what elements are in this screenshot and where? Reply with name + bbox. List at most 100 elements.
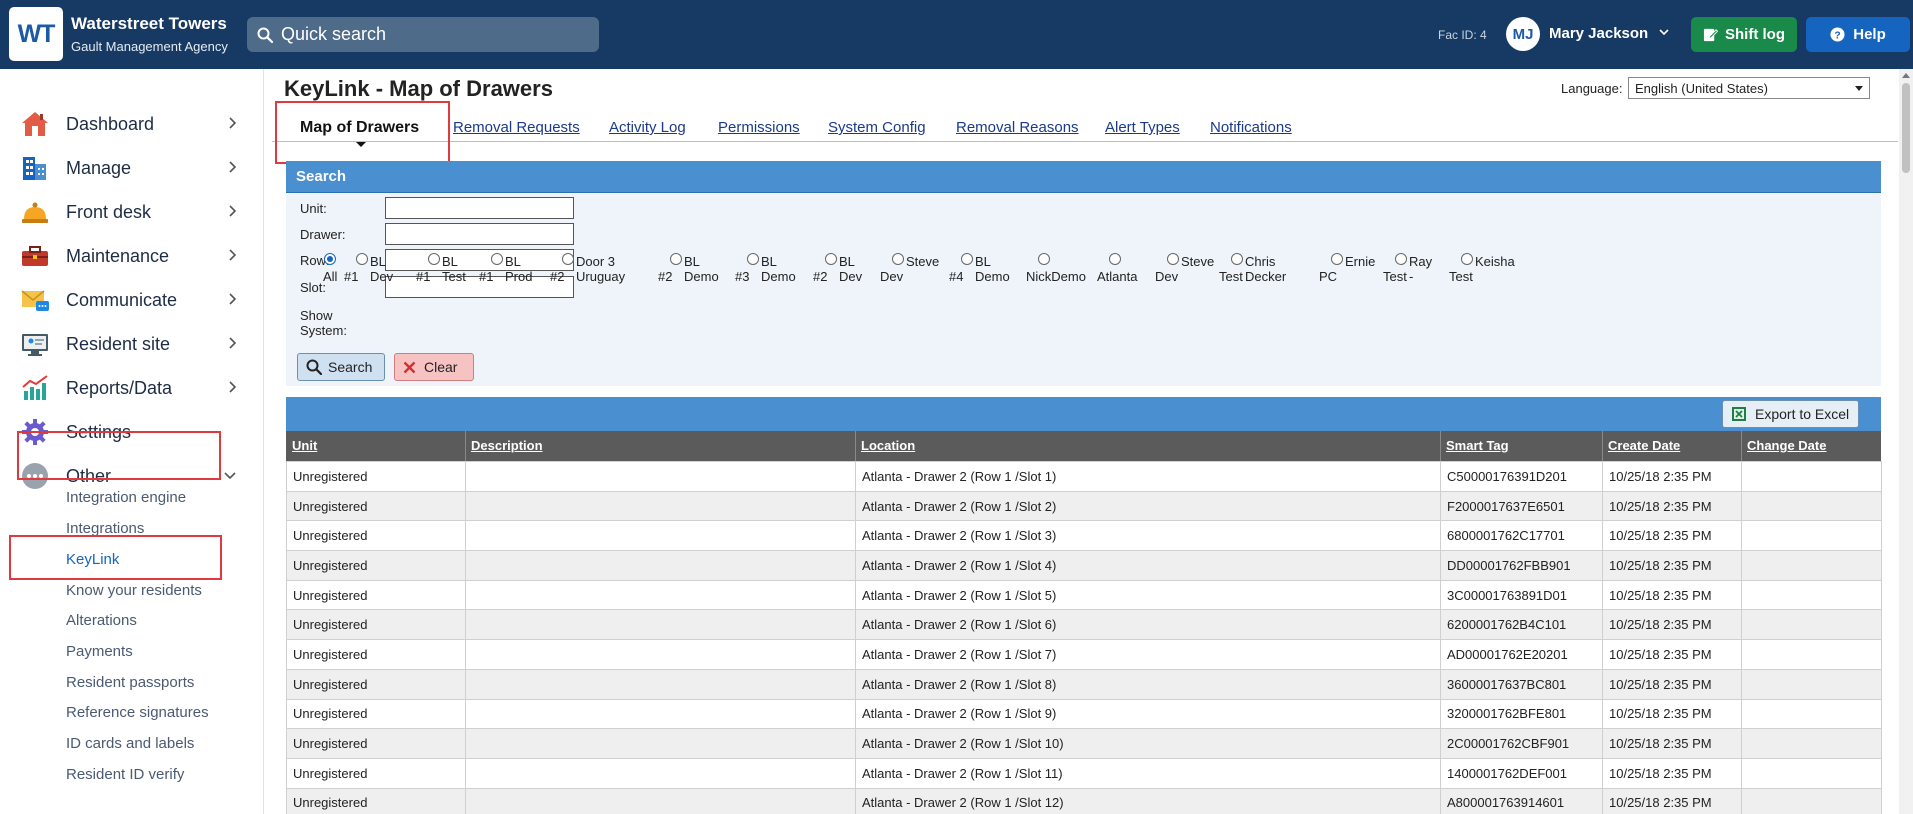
column-header-smart-tag[interactable]: Smart Tag <box>1446 438 1509 453</box>
table-row[interactable]: Unregistered Atlanta - Drawer 2 (Row 1 /S… <box>286 698 1882 730</box>
sidebar-item-label: Manage <box>66 157 132 178</box>
help-button[interactable]: ? Help <box>1806 17 1910 52</box>
table-row[interactable]: Unregistered Atlanta - Drawer 2 (Row 1 /S… <box>286 757 1882 789</box>
table-cell <box>1741 728 1882 759</box>
column-header-unit[interactable]: Unit <box>292 438 317 453</box>
table-row[interactable]: Unregistered Atlanta - Drawer 2 (Row 1 /S… <box>286 639 1882 670</box>
system-radio[interactable] <box>356 253 368 265</box>
sidebar-subitem-alterations[interactable]: Alterations <box>66 612 137 629</box>
system-radio[interactable] <box>1167 253 1179 265</box>
table-row[interactable]: Unregistered Atlanta - Drawer 2 (Row 1 /S… <box>286 609 1882 641</box>
system-radio[interactable] <box>961 253 973 265</box>
export-to-excel-button[interactable]: Export to Excel <box>1722 400 1859 428</box>
page-scrollbar[interactable] <box>1899 69 1913 814</box>
system-radio[interactable] <box>1461 253 1473 265</box>
tab-removal-reasons[interactable]: Removal Reasons <box>956 119 1079 136</box>
sidebar-item-dashboard[interactable]: Dashboard <box>18 104 248 144</box>
user-avatar[interactable]: MJ <box>1506 17 1540 51</box>
row-input[interactable] <box>385 249 574 271</box>
table-row[interactable]: Unregistered Atlanta - Drawer 2 (Row 1 /S… <box>286 550 1882 581</box>
tab-activity-log[interactable]: Activity Log <box>609 119 686 136</box>
sidebar-item-front-desk[interactable]: Front desk <box>18 192 248 232</box>
system-radio[interactable] <box>324 253 336 265</box>
system-radio-label: Ray - <box>1409 254 1433 284</box>
unit-input[interactable] <box>385 197 574 219</box>
question-circle-icon: ? <box>1830 27 1845 42</box>
system-radio-label-line2: Test <box>1383 269 1407 284</box>
sidebar-subitem-resident-id-verify[interactable]: Resident ID verify <box>66 766 184 783</box>
sidebar-item-maintenance[interactable]: Maintenance <box>18 236 248 276</box>
column-header-description[interactable]: Description <box>471 438 543 453</box>
edit-note-icon <box>1703 28 1718 42</box>
tab-alert-types[interactable]: Alert Types <box>1105 119 1180 136</box>
system-radio[interactable] <box>892 253 904 265</box>
quick-search-input[interactable] <box>281 24 581 45</box>
tab-notifications[interactable]: Notifications <box>1210 119 1292 136</box>
system-radio[interactable] <box>1395 253 1407 265</box>
highlight-box-keylink <box>9 535 222 580</box>
system-radio[interactable] <box>670 253 682 265</box>
system-radio-label: Steve <box>906 254 940 269</box>
table-row[interactable]: Unregistered Atlanta - Drawer 2 (Row 1 /S… <box>286 490 1882 522</box>
table-row[interactable]: Unregistered Atlanta - Drawer 2 (Row 1 /S… <box>286 520 1882 552</box>
sidebar-subitem-know-your-residents[interactable]: Know your residents <box>66 582 202 599</box>
system-radio[interactable] <box>1231 253 1243 265</box>
sidebar-item-reports-data[interactable]: Reports/Data <box>18 368 248 408</box>
sidebar-subitem-payments[interactable]: Payments <box>66 643 133 660</box>
chevron-right-icon <box>229 337 236 349</box>
chevron-right-icon <box>229 161 236 173</box>
system-radio[interactable] <box>1109 253 1121 265</box>
highlight-box-tab <box>275 101 450 164</box>
table-cell <box>465 668 856 700</box>
sidebar-item-communicate[interactable]: Communicate <box>18 280 248 320</box>
scroll-up-arrow-icon[interactable] <box>1902 73 1910 78</box>
system-radio-label-line2: Dev <box>1155 269 1179 284</box>
shift-log-button[interactable]: Shift log <box>1691 17 1797 52</box>
system-radio[interactable] <box>428 253 440 265</box>
sidebar-subitem-id-cards-and-labels[interactable]: ID cards and labels <box>66 735 194 752</box>
drawer-input[interactable] <box>385 223 574 245</box>
tab-permissions[interactable]: Permissions <box>718 119 800 136</box>
table-cell <box>1741 550 1882 581</box>
column-header-change-date[interactable]: Change Date <box>1747 438 1826 453</box>
tab-system-config[interactable]: System Config <box>828 119 926 136</box>
sidebar-item-manage[interactable]: Manage <box>18 148 248 188</box>
sidebar-subitem-integration-engine[interactable]: Integration engine <box>66 489 186 506</box>
chevron-right-icon <box>229 117 236 129</box>
monitor-icon <box>18 327 52 361</box>
table-row[interactable]: Unregistered Atlanta - Drawer 2 (Row 1 /S… <box>286 787 1882 814</box>
table-cell: Atlanta - Drawer 2 (Row 1 /Slot 5) <box>855 579 1441 611</box>
system-radio-label-line2: Dev <box>880 269 904 284</box>
search-button[interactable]: Search <box>297 353 385 381</box>
language-select[interactable]: English (United States) <box>1628 77 1870 99</box>
tab-removal-requests[interactable]: Removal Requests <box>453 119 580 136</box>
sidebar-item-resident-site[interactable]: Resident site <box>18 324 248 364</box>
results-table: Unregistered Atlanta - Drawer 2 (Row 1 /S… <box>286 461 1882 814</box>
table-cell: 10/25/18 2:35 PM <box>1602 609 1742 641</box>
column-header-location[interactable]: Location <box>861 438 915 453</box>
system-radio[interactable] <box>1038 253 1050 265</box>
table-row[interactable]: Unregistered Atlanta - Drawer 2 (Row 1 /S… <box>286 668 1882 700</box>
user-name[interactable]: Mary Jackson <box>1549 25 1648 42</box>
sidebar-subitem-reference-signatures[interactable]: Reference signatures <box>66 704 209 721</box>
system-radio[interactable] <box>491 253 503 265</box>
brand-logo[interactable]: WT <box>9 7 63 61</box>
system-radio[interactable] <box>1331 253 1343 265</box>
table-cell: 10/25/18 2:35 PM <box>1602 550 1742 581</box>
sidebar-subitem-resident-passports[interactable]: Resident passports <box>66 674 194 691</box>
column-header-create-date[interactable]: Create Date <box>1608 438 1680 453</box>
clear-button[interactable]: Clear <box>394 353 474 381</box>
table-row[interactable]: Unregistered Atlanta - Drawer 2 (Row 1 /S… <box>286 461 1882 492</box>
chevron-down-icon[interactable] <box>1659 28 1669 36</box>
system-radio[interactable] <box>747 253 759 265</box>
system-radio[interactable] <box>825 253 837 265</box>
table-cell: 1400001762DEF001 <box>1440 757 1603 789</box>
table-row[interactable]: Unregistered Atlanta - Drawer 2 (Row 1 /S… <box>286 728 1882 759</box>
highlight-box-other <box>17 431 221 480</box>
quick-search-box[interactable] <box>247 17 599 52</box>
table-row[interactable]: Unregistered Atlanta - Drawer 2 (Row 1 /S… <box>286 579 1882 611</box>
system-radio-label: BL Prod <box>505 254 533 284</box>
scrollbar-thumb[interactable] <box>1902 83 1910 173</box>
system-radio[interactable] <box>562 253 574 265</box>
chevron-right-icon <box>229 293 236 305</box>
